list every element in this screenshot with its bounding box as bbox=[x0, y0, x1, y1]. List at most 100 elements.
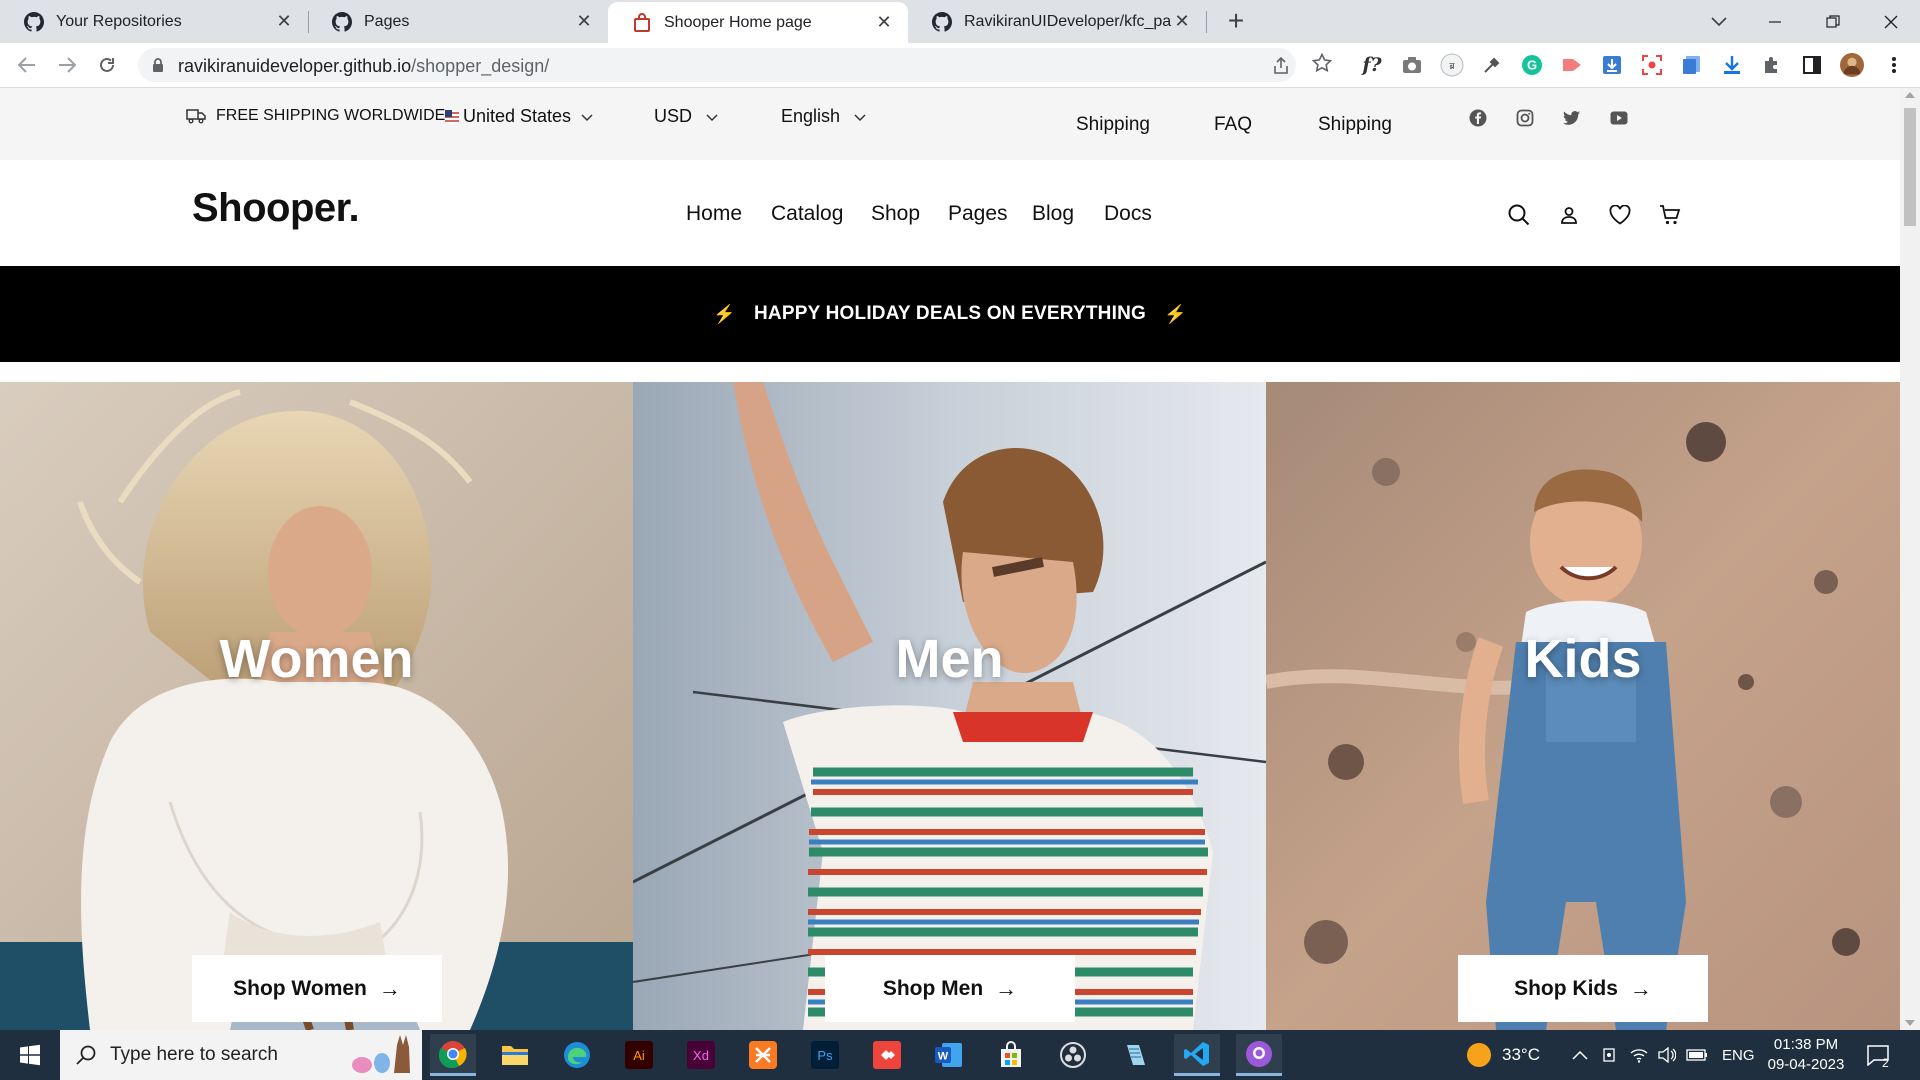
camera-extension-icon[interactable] bbox=[1400, 53, 1424, 77]
scroll-down-icon[interactable] bbox=[1905, 1020, 1915, 1026]
download-manager-extension-icon[interactable] bbox=[1600, 53, 1624, 77]
taskbar-word[interactable]: W bbox=[926, 1034, 972, 1076]
address-bar[interactable]: ravikiranuideveloper.github.io/shopper_d… bbox=[138, 48, 1296, 82]
close-window-button[interactable] bbox=[1862, 0, 1920, 43]
eyedropper-extension-icon[interactable] bbox=[1480, 53, 1504, 77]
category-kids[interactable]: Kids Shop Kids → bbox=[1266, 382, 1900, 1030]
bookmark-star-icon[interactable] bbox=[1312, 53, 1332, 73]
notification-count: 2 bbox=[1882, 1056, 1889, 1070]
chevron-down-icon bbox=[1711, 16, 1727, 26]
puzzle-extensions-icon[interactable] bbox=[1760, 53, 1784, 77]
facebook-icon[interactable] bbox=[1468, 108, 1488, 128]
meet-now-icon[interactable] bbox=[1602, 1047, 1618, 1063]
volume-icon[interactable] bbox=[1658, 1047, 1676, 1063]
nav-home[interactable]: Home bbox=[686, 202, 742, 226]
input-language[interactable]: ENG bbox=[1722, 1047, 1755, 1064]
taskbar-photoshop[interactable]: Ps bbox=[802, 1034, 848, 1076]
formula-extension-icon[interactable]: f? bbox=[1360, 53, 1384, 77]
download-icon[interactable] bbox=[1720, 53, 1744, 77]
category-men[interactable]: Men Shop Men → bbox=[633, 382, 1266, 1030]
nav-pages[interactable]: Pages bbox=[948, 202, 1008, 226]
minimize-button[interactable] bbox=[1746, 0, 1804, 43]
nav-docs[interactable]: Docs bbox=[1104, 202, 1152, 226]
tab-your-repositories[interactable]: Your Repositories ✕ bbox=[0, 0, 308, 43]
taskbar-file-explorer[interactable] bbox=[492, 1034, 538, 1076]
shop-women-button[interactable]: Shop Women → bbox=[192, 955, 442, 1022]
easter-eggs-icon bbox=[352, 1035, 410, 1073]
tab-pages[interactable]: Pages ✕ bbox=[308, 0, 608, 43]
close-icon[interactable]: ✕ bbox=[574, 11, 594, 32]
new-tab-button[interactable]: + bbox=[1219, 5, 1253, 39]
shipping-link-2[interactable]: Shipping bbox=[1318, 114, 1392, 136]
site-header: Shooper. Home Catalog Shop Pages Blog Do… bbox=[0, 160, 1900, 266]
svg-text:G: G bbox=[1527, 58, 1537, 73]
search-icon[interactable] bbox=[1507, 203, 1531, 227]
scrollbar-thumb[interactable] bbox=[1904, 108, 1916, 226]
taskbar-xd[interactable]: Xd bbox=[678, 1034, 724, 1076]
page-scrollbar[interactable] bbox=[1900, 88, 1920, 1030]
battery-icon[interactable] bbox=[1686, 1049, 1708, 1061]
taskbar-illustrator[interactable]: Ai bbox=[616, 1034, 662, 1076]
instagram-icon[interactable] bbox=[1515, 108, 1535, 128]
close-icon[interactable]: ✕ bbox=[274, 11, 294, 32]
heart-icon[interactable] bbox=[1608, 203, 1632, 227]
language-selector[interactable]: English bbox=[781, 106, 866, 127]
reload-icon bbox=[100, 57, 114, 72]
tabs-extension-icon[interactable] bbox=[1680, 53, 1704, 77]
taskbar-edge[interactable] bbox=[554, 1034, 600, 1076]
profile-avatar[interactable] bbox=[1840, 53, 1864, 77]
faq-link[interactable]: FAQ bbox=[1214, 114, 1252, 136]
close-icon[interactable]: ✕ bbox=[1172, 11, 1192, 32]
taskbar-clock[interactable]: 01:38 PM 09-04-2023 bbox=[1760, 1035, 1852, 1075]
scroll-up-icon[interactable] bbox=[1905, 92, 1915, 98]
grammarly-extension-icon[interactable]: G bbox=[1520, 53, 1544, 77]
user-icon[interactable] bbox=[1557, 203, 1581, 227]
tab-shooper-home[interactable]: Shooper Home page ✕ bbox=[608, 2, 908, 43]
forward-button[interactable] bbox=[52, 50, 82, 80]
video-extension-icon[interactable] bbox=[1560, 53, 1584, 77]
xampp-icon bbox=[749, 1041, 777, 1069]
youtube-icon[interactable] bbox=[1609, 108, 1629, 128]
translate-extension-icon[interactable]: ब्र bbox=[1440, 53, 1464, 77]
shipping-link[interactable]: Shipping bbox=[1076, 114, 1150, 136]
wifi-icon[interactable] bbox=[1630, 1047, 1648, 1063]
nav-catalog[interactable]: Catalog bbox=[771, 202, 843, 226]
category-women[interactable]: Women Shop Women → bbox=[0, 382, 633, 1030]
notification-center[interactable]: 2 bbox=[1866, 1030, 1890, 1080]
close-icon[interactable]: ✕ bbox=[874, 12, 894, 33]
share-icon[interactable] bbox=[1271, 56, 1291, 76]
svg-text:ब्र: ब्र bbox=[1449, 62, 1455, 72]
side-panel-icon[interactable] bbox=[1800, 53, 1824, 77]
shop-kids-button[interactable]: Shop Kids → bbox=[1458, 955, 1708, 1022]
category-grid: Women Shop Women → Men Shop Men → Kids S… bbox=[0, 382, 1900, 1030]
cart-icon[interactable] bbox=[1658, 203, 1682, 227]
currency-selector[interactable]: USD bbox=[654, 106, 718, 127]
weather-widget[interactable]: 33°C bbox=[1466, 1030, 1540, 1080]
tab-search-button[interactable] bbox=[1690, 0, 1748, 43]
browser-menu-icon[interactable] bbox=[1882, 53, 1906, 77]
reload-button[interactable] bbox=[92, 50, 122, 80]
tab-kfc-page[interactable]: RavikiranUIDeveloper/kfc_page_c ✕ bbox=[908, 0, 1206, 43]
taskbar-xampp[interactable] bbox=[740, 1034, 786, 1076]
nav-shop[interactable]: Shop bbox=[871, 202, 920, 226]
twitter-icon[interactable] bbox=[1562, 108, 1582, 128]
site-logo[interactable]: Shooper. bbox=[192, 186, 360, 231]
country-selector[interactable]: United States bbox=[445, 106, 593, 127]
back-button[interactable] bbox=[12, 50, 42, 80]
taskbar-github-desktop[interactable] bbox=[1236, 1034, 1282, 1076]
taskbar-chrome[interactable] bbox=[430, 1034, 476, 1076]
start-button[interactable] bbox=[0, 1030, 60, 1080]
taskbar-vscode[interactable] bbox=[1174, 1034, 1220, 1076]
screen-capture-extension-icon[interactable] bbox=[1640, 53, 1664, 77]
chevron-up-icon[interactable] bbox=[1572, 1050, 1588, 1060]
nav-blog[interactable]: Blog bbox=[1032, 202, 1074, 226]
taskbar-store[interactable] bbox=[988, 1034, 1034, 1076]
svg-text:Ai: Ai bbox=[633, 1048, 645, 1063]
shop-men-button[interactable]: Shop Men → bbox=[825, 955, 1075, 1022]
taskbar-anydesk[interactable] bbox=[864, 1034, 910, 1076]
taskbar-search[interactable]: Type here to search bbox=[60, 1030, 422, 1080]
taskbar-obs[interactable] bbox=[1050, 1034, 1096, 1076]
taskbar-notepad[interactable] bbox=[1112, 1034, 1158, 1076]
restore-button[interactable] bbox=[1804, 0, 1862, 43]
url-path: /shopper_design/ bbox=[411, 56, 550, 76]
